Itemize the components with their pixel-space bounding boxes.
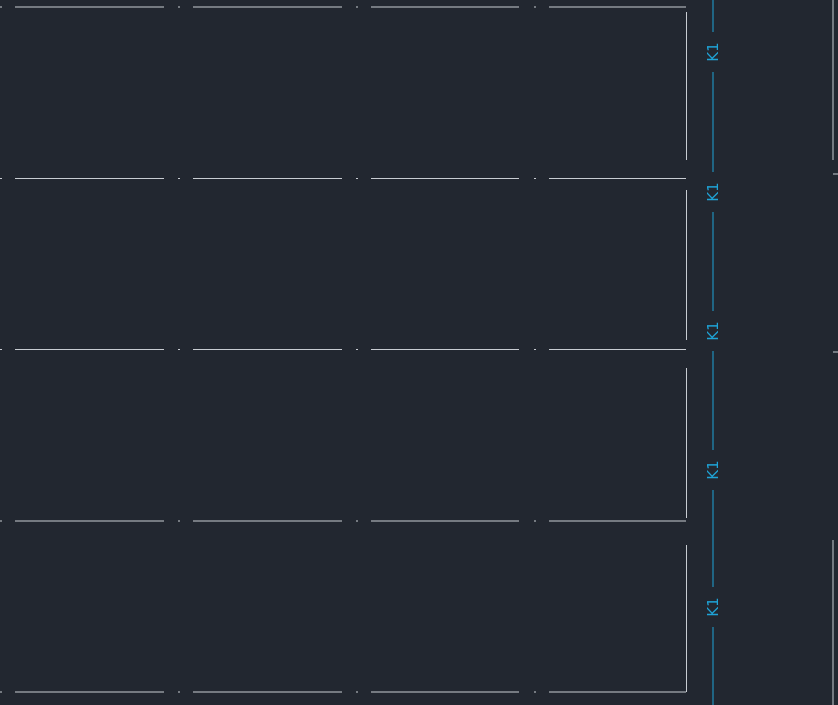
cad-drawing-viewport[interactable]: K1 K1 K1 K1 K1 bbox=[0, 0, 838, 705]
dimension-label: K1 bbox=[704, 597, 722, 616]
dimension-label: K1 bbox=[704, 460, 722, 479]
dimension-label: K1 bbox=[704, 182, 722, 201]
dimension-label: K1 bbox=[704, 321, 722, 340]
dimension-label: K1 bbox=[704, 42, 722, 61]
